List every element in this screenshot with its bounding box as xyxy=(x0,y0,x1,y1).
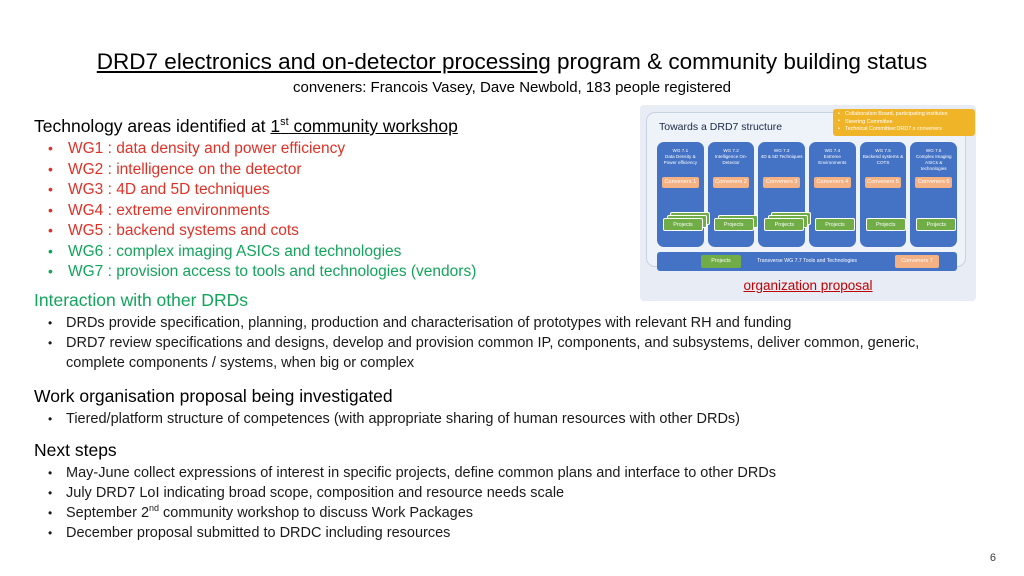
list-item: WG5 : backend systems and cots xyxy=(34,220,634,242)
list-item: Technical Committee:DRD7.x conveners xyxy=(837,126,971,134)
list-item-text: May-June collect expressions of interest… xyxy=(66,465,777,481)
wg-name: Backend systems & COTS xyxy=(862,154,904,166)
governance-bodies-box: Collaboration Board, participating insti… xyxy=(833,109,975,136)
org-structure-card: Towards a DRD7 structure Collaboration B… xyxy=(646,109,975,271)
technology-heading-underlined: 1st community workshop xyxy=(270,116,457,136)
list-item-text: September 2 xyxy=(66,505,150,521)
next-steps-heading: Next steps xyxy=(34,440,117,460)
list-item-text-tail: community workshop to discuss Work Packa… xyxy=(159,505,474,521)
working-group-column: WG 7.2 Intelligence On-Detector Convener… xyxy=(707,142,758,247)
technology-heading: Technology areas identified at 1st commu… xyxy=(34,114,634,139)
list-item: Collaboration Board, participating insti… xyxy=(837,111,971,119)
projects-stack: Projects xyxy=(815,218,861,234)
conveners-chip: Conveners 1 xyxy=(662,177,699,188)
conveners-chip: Conveners 2 xyxy=(712,177,750,188)
page-title: DRD7 electronics and on-detector process… xyxy=(0,48,1024,76)
projects-chip: Projects xyxy=(764,218,805,231)
technology-heading-ordinal: 1 xyxy=(270,116,281,136)
next-steps-list: May-June collect expressions of interest… xyxy=(34,463,974,543)
list-item: WG3 : 4D and 5D techniques xyxy=(34,179,634,201)
projects-stack: Projects xyxy=(916,218,962,234)
list-item: DRDs provide specification, planning, pr… xyxy=(34,313,974,333)
technology-heading-tail: community workshop xyxy=(288,116,458,136)
technology-heading-ordinal-suffix: st xyxy=(280,116,289,129)
projects-stack: Projects xyxy=(713,215,760,234)
working-group-column: WG 7.3 4D & 5D Techniques Conveners 3 Pr… xyxy=(758,142,812,247)
working-group-column: WG 7.5 Backend systems & COTS Conveners … xyxy=(859,142,907,247)
conveners-chip: Conveners 3 xyxy=(763,177,801,188)
transverse-working-group-bar: Projects Transverse WG 7.7 Tools and Tec… xyxy=(657,252,957,271)
projects-chip: Projects xyxy=(713,218,754,231)
list-item: WG4 : extreme environments xyxy=(34,200,634,222)
list-item: WG6 : complex imaging ASICs and technolo… xyxy=(34,241,634,263)
list-item: Tiered/platform structure of competences… xyxy=(34,409,974,429)
list-item-ordinal-suffix: nd xyxy=(149,503,160,514)
page-number: 6 xyxy=(989,552,996,564)
governance-list: Collaboration Board, participating insti… xyxy=(837,111,971,134)
technology-heading-prefix: Technology areas identified at xyxy=(34,116,271,136)
projects-chip: Projects xyxy=(865,218,906,231)
working-group-column: WG 7.6 Complex Imaging ASICs & technolog… xyxy=(910,142,958,247)
section-work-organisation: Work organisation proposal being investi… xyxy=(34,384,974,429)
list-item: DRD7 review specifications and designs, … xyxy=(34,333,974,373)
list-item: July DRD7 LoI indicating broad scope, co… xyxy=(34,483,974,503)
section-technology-areas: Technology areas identified at 1st commu… xyxy=(34,114,634,283)
list-item: WG2 : intelligence on the detector xyxy=(34,159,634,181)
page-subtitle: conveners: Francois Vasey, Dave Newbold,… xyxy=(292,79,732,96)
title-block: DRD7 electronics and on-detector process… xyxy=(0,48,1024,98)
interaction-list: DRDs provide specification, planning, pr… xyxy=(34,313,974,373)
org-diagram-title: Towards a DRD7 structure xyxy=(659,121,783,133)
list-item: September 2nd community workshop to disc… xyxy=(34,503,974,523)
projects-stack: Projects xyxy=(865,218,912,234)
work-organisation-heading: Work organisation proposal being investi… xyxy=(34,386,393,406)
list-item: WG1 : data density and power efficiency xyxy=(34,138,634,160)
list-item: WG7 : provision access to tools and tech… xyxy=(34,261,634,283)
conveners-chip: Conveners 7 xyxy=(895,255,939,268)
projects-chip: Projects xyxy=(663,218,703,231)
projects-stack: Projects xyxy=(764,212,812,234)
projects-chip: Projects xyxy=(815,218,856,231)
page-title-underlined: DRD7 electronics and on-detector process… xyxy=(96,49,551,74)
list-item-text: December proposal submitted to DRDC incl… xyxy=(66,525,451,541)
conveners-chip: Conveners 4 xyxy=(814,177,851,188)
wg-name: Extreme Environments xyxy=(818,154,847,166)
list-item: May-June collect expressions of interest… xyxy=(34,463,974,483)
working-group-column: WG 7.4 Extreme Environments Conveners 4 … xyxy=(809,142,856,247)
working-groups-row: WG 7.1 Data Density & Power efficiency C… xyxy=(657,142,958,247)
org-diagram-caption: organization proposal xyxy=(743,278,873,293)
section-next-steps: Next steps May-June collect expressions … xyxy=(34,438,974,543)
conveners-chip: Conveners 6 xyxy=(915,177,953,188)
projects-stack: Projects xyxy=(663,212,710,234)
working-group-column: WG 7.1 Data Density & Power efficiency C… xyxy=(657,142,710,247)
list-item-text: July DRD7 LoI indicating broad scope, co… xyxy=(66,485,565,501)
technology-list: WG1 : data density and power efficiency … xyxy=(34,138,634,283)
work-organisation-list: Tiered/platform structure of competences… xyxy=(34,409,974,429)
wg-name: Data Density & Power efficiency xyxy=(663,154,698,166)
wg-name: Intelligence On-Detector xyxy=(714,154,748,166)
projects-chip: Projects xyxy=(916,218,957,231)
wg-name: Complex Imaging ASICs & technologies xyxy=(915,154,952,172)
organization-diagram: Towards a DRD7 structure Collaboration B… xyxy=(640,105,976,301)
list-item: December proposal submitted to DRDC incl… xyxy=(34,523,974,543)
page-title-rest: program & community building status xyxy=(550,49,928,74)
list-item: Steering Committee xyxy=(837,118,971,127)
conveners-chip: Conveners 5 xyxy=(864,177,902,188)
wg-name: 4D & 5D Techniques xyxy=(760,154,803,159)
